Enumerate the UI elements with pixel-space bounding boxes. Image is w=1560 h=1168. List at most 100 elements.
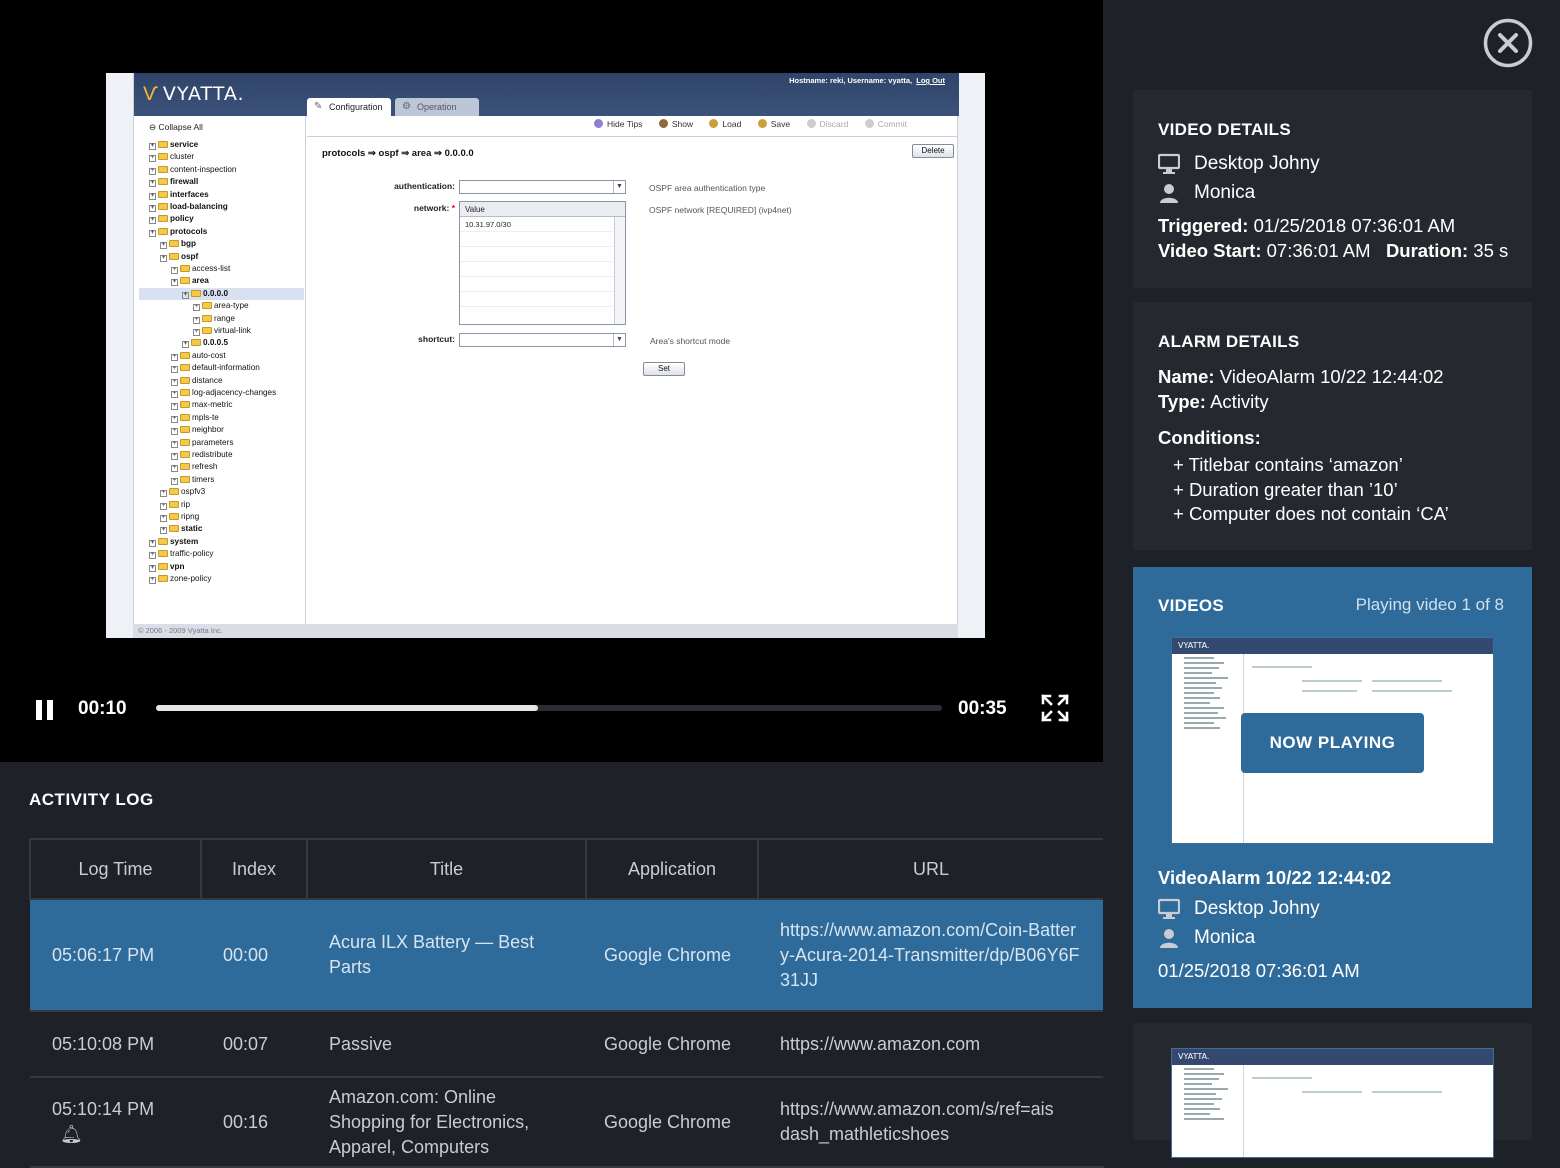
expand-toggle-icon[interactable]: + xyxy=(149,192,156,200)
expand-toggle-icon[interactable]: + xyxy=(171,267,178,274)
load-button[interactable]: Load xyxy=(709,119,741,129)
expand-toggle-icon[interactable]: + xyxy=(149,167,156,175)
tree-node[interactable]: + traffic-policy xyxy=(149,548,214,560)
expand-toggle-icon[interactable]: + xyxy=(171,465,178,473)
expand-toggle-icon[interactable]: + xyxy=(160,490,167,498)
commit-button[interactable]: Commit xyxy=(864,119,907,129)
expand-toggle-icon[interactable]: + xyxy=(149,229,156,237)
pause-button[interactable] xyxy=(36,700,56,720)
column-header[interactable]: URL xyxy=(757,838,1105,900)
network-list-row[interactable] xyxy=(460,247,613,262)
column-header[interactable]: Title xyxy=(306,838,587,900)
tree-node[interactable]: + default-information xyxy=(171,362,260,374)
expand-toggle-icon[interactable]: + xyxy=(182,291,189,299)
tree-node[interactable]: + virtual-link xyxy=(193,325,251,337)
tree-node[interactable]: + rip xyxy=(160,499,190,511)
progress-bar[interactable] xyxy=(156,705,942,711)
expand-toggle-icon[interactable]: + xyxy=(193,329,200,336)
discard-button[interactable]: Discard xyxy=(806,119,848,129)
tree-node[interactable]: + ospf xyxy=(160,251,198,263)
expand-toggle-icon[interactable]: + xyxy=(171,366,178,374)
hide-tips-button[interactable]: Hide Tips xyxy=(594,119,642,129)
delete-button[interactable]: Delete xyxy=(912,144,954,158)
expand-toggle-icon[interactable]: + xyxy=(149,564,156,572)
authentication-select[interactable]: ▼ xyxy=(459,180,626,194)
expand-toggle-icon[interactable]: + xyxy=(149,155,156,163)
save-button[interactable]: Save xyxy=(757,119,790,129)
expand-toggle-icon[interactable]: + xyxy=(149,143,156,150)
set-button[interactable]: Set xyxy=(643,362,685,376)
expand-toggle-icon[interactable]: + xyxy=(160,502,167,510)
tree-node[interactable]: + system xyxy=(149,536,198,548)
logout-link[interactable]: Log Out xyxy=(916,76,945,85)
network-list-scrollbar[interactable] xyxy=(614,217,625,324)
tree-node[interactable]: + redistribute xyxy=(171,449,233,461)
expand-toggle-icon[interactable]: + xyxy=(149,577,156,584)
tree-node[interactable]: + log-adjacency-changes xyxy=(171,387,276,399)
expand-toggle-icon[interactable]: + xyxy=(171,453,178,460)
network-list-row[interactable] xyxy=(460,262,613,277)
expand-toggle-icon[interactable]: + xyxy=(160,254,167,262)
table-row[interactable]: 05:10:14 PM 🔔︎ 00:16 Amazon.com: Online S… xyxy=(30,1077,1104,1168)
network-list-row[interactable] xyxy=(460,232,613,247)
column-header[interactable]: Application xyxy=(585,838,759,900)
expand-toggle-icon[interactable]: + xyxy=(193,316,200,324)
tree-node[interactable]: + bgp xyxy=(160,238,196,250)
tree-node[interactable]: + area-type xyxy=(193,300,249,312)
close-button[interactable] xyxy=(1483,18,1533,68)
fullscreen-button[interactable] xyxy=(1041,694,1069,722)
tree-node[interactable]: + zone-policy xyxy=(149,573,211,585)
expand-toggle-icon[interactable]: + xyxy=(171,279,178,287)
tree-node[interactable]: + vpn xyxy=(149,561,185,573)
expand-toggle-icon[interactable]: + xyxy=(171,428,178,436)
network-list[interactable]: Value 10.31.97.0/30 xyxy=(459,201,626,325)
expand-toggle-icon[interactable]: + xyxy=(171,415,178,423)
now-playing-button[interactable]: NOW PLAYING xyxy=(1241,713,1424,773)
tree-node[interactable]: + auto-cost xyxy=(171,350,226,362)
expand-toggle-icon[interactable]: + xyxy=(160,242,167,250)
play-button[interactable] xyxy=(1280,1093,1384,1157)
expand-toggle-icon[interactable]: + xyxy=(171,403,178,411)
expand-toggle-icon[interactable]: + xyxy=(171,378,178,386)
tree-node[interactable]: + ospfv3 xyxy=(160,486,205,498)
tree-node[interactable]: + refresh xyxy=(171,461,217,473)
expand-toggle-icon[interactable]: + xyxy=(149,539,156,547)
video-screen[interactable]: Ѵ VYATTA. Hostname: reki, Username: vyatt… xyxy=(106,73,985,638)
tree-node[interactable]: + neighbor xyxy=(171,424,224,436)
network-list-row[interactable] xyxy=(460,277,613,292)
tree-node[interactable]: + distance xyxy=(171,375,223,387)
expand-toggle-icon[interactable]: + xyxy=(149,180,156,188)
config-tree[interactable]: ⊖ Collapse All + service + cluster + content-… xyxy=(134,116,306,624)
expand-toggle-icon[interactable]: + xyxy=(149,205,156,212)
expand-toggle-icon[interactable]: + xyxy=(171,440,178,448)
video-card-next[interactable]: VYATTA. xyxy=(1133,1023,1532,1158)
tab-operation[interactable]: ⚙ Operation xyxy=(395,98,479,116)
tree-node[interactable]: + interfaces xyxy=(149,189,209,201)
show-button[interactable]: Show xyxy=(658,119,693,129)
tree-node[interactable]: + service xyxy=(149,139,198,151)
tree-node[interactable]: + content-inspection xyxy=(149,164,236,176)
expand-toggle-icon[interactable]: + xyxy=(160,515,167,522)
tree-node[interactable]: +0.0.0.0 xyxy=(139,287,304,300)
column-header[interactable]: Index xyxy=(200,838,308,900)
tree-node[interactable]: + access-list xyxy=(171,263,230,275)
tree-node[interactable]: + parameters xyxy=(171,437,233,449)
tree-node[interactable]: +0.0.0.5 xyxy=(182,337,228,349)
tree-node[interactable]: + load-balancing xyxy=(149,201,228,213)
column-header[interactable]: Log Time xyxy=(29,838,202,900)
tree-node[interactable]: + cluster xyxy=(149,151,194,163)
tree-node[interactable]: + policy xyxy=(149,213,194,225)
tree-node[interactable]: + ripng xyxy=(160,511,199,523)
tree-node[interactable]: + mpls-te xyxy=(171,412,219,424)
tree-node[interactable]: + area xyxy=(171,275,209,287)
expand-toggle-icon[interactable]: + xyxy=(171,477,178,485)
shortcut-select[interactable]: ▼ xyxy=(459,333,626,347)
expand-toggle-icon[interactable]: + xyxy=(182,341,189,349)
network-list-row[interactable] xyxy=(460,292,613,307)
video-thumbnail[interactable]: VYATTA. xyxy=(1171,1048,1494,1158)
expand-toggle-icon[interactable]: + xyxy=(149,552,156,560)
expand-toggle-icon[interactable]: + xyxy=(149,217,156,225)
table-row[interactable]: 05:10:08 PM 00:07 Passive Google Chrome … xyxy=(30,1011,1104,1078)
network-list-value[interactable]: 10.31.97.0/30 xyxy=(460,217,613,232)
tree-node[interactable]: + firewall xyxy=(149,176,198,188)
